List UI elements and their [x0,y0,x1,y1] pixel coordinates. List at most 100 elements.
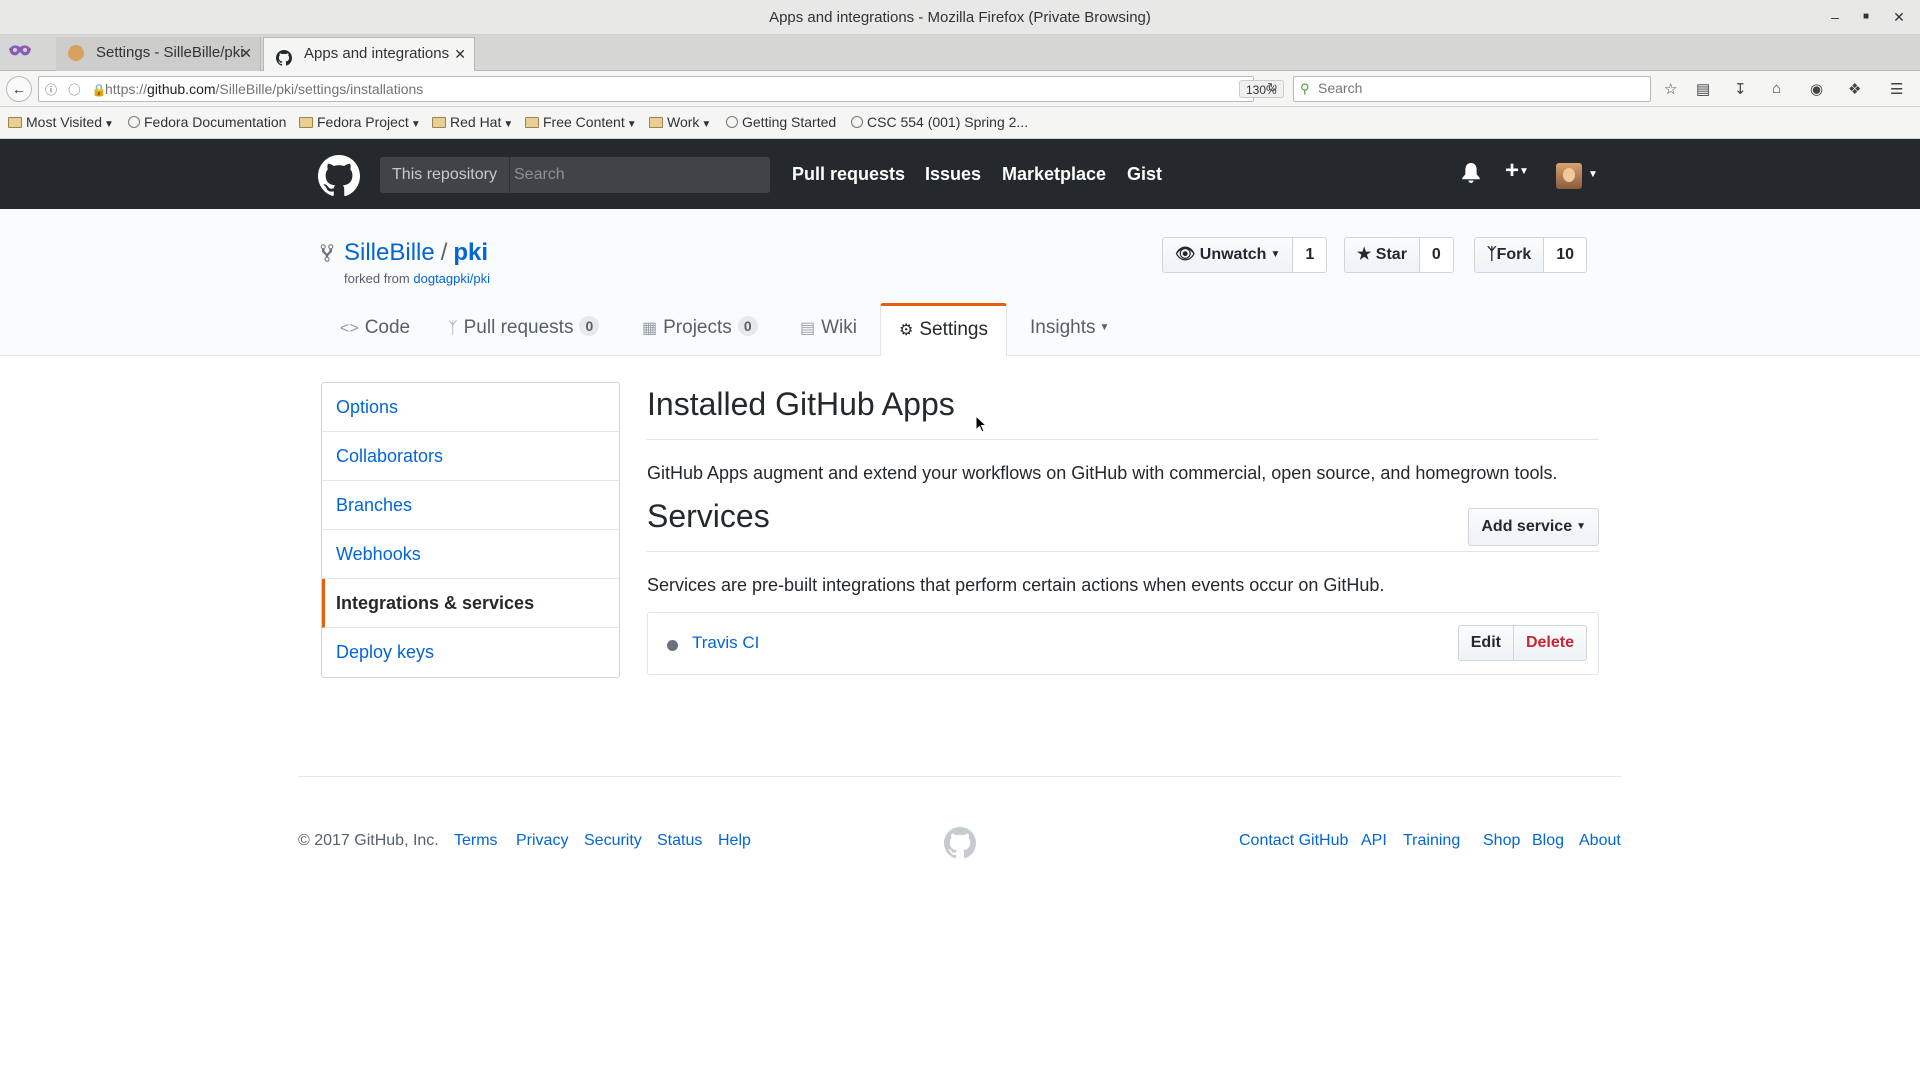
footer-link-api[interactable]: API [1361,832,1387,850]
footer-link-help[interactable]: Help [718,832,751,850]
tab-settings-sillebille[interactable]: Settings - SilleBille/pki ✕ [56,37,261,71]
footer-link-status[interactable]: Status [657,832,702,850]
sidebar-item-deploy-keys[interactable]: Deploy keys [322,628,619,677]
bookmark-work[interactable]: Work ▼ [649,114,711,130]
bookmark-label: Fedora Project [317,114,409,130]
tab-projects[interactable]: ▦ Projects 0 [642,304,758,356]
tab-label: Wiki [821,317,858,338]
stargazers-count[interactable]: 0 [1419,237,1454,273]
fork-button[interactable]: ᛉFork [1474,237,1545,273]
header-nav-pull-requests[interactable]: Pull requests [792,164,905,185]
bookmark-free-content[interactable]: Free Content ▼ [525,114,637,130]
pocket-icon[interactable]: ◉ [1810,80,1823,98]
tab-code[interactable]: <> Code [340,304,410,356]
globe-icon [726,116,738,128]
tab-bar: Settings - SilleBille/pki ✕ Apps and int… [0,35,1920,97]
sidebar-item-options[interactable]: Options [322,383,619,432]
watchers-count[interactable]: 1 [1293,237,1328,273]
sidebar-item-collaborators[interactable]: Collaborators [322,432,619,481]
footer-link-security[interactable]: Security [584,832,642,850]
gear-icon: ⚙ [899,322,914,339]
reading-list-icon[interactable]: ▤ [1696,80,1710,98]
address-bar[interactable]: ⓘ ◯ 🔒 https://github.com/SilleBille/pki/… [38,76,1284,102]
pull-request-icon: ᛉ [448,320,458,337]
header-nav-gist[interactable]: Gist [1127,164,1162,185]
footer-link-shop[interactable]: Shop [1483,832,1520,850]
footer-link-contact[interactable]: Contact GitHub [1239,832,1348,850]
bookmark-red-hat[interactable]: Red Hat ▼ [432,114,513,130]
close-tab-icon[interactable]: ✕ [240,37,252,69]
tab-label: Apps and integrations [304,45,450,62]
repo-name-link[interactable]: pki [453,239,488,266]
github-mark-icon[interactable] [944,827,976,859]
tab-wiki[interactable]: ▤ Wiki [800,304,857,356]
sidebar-item-branches[interactable]: Branches [322,481,619,530]
site-info-icon[interactable]: ⓘ ◯ 🔒 [45,81,111,98]
tab-label: Projects [663,317,732,338]
window-titlebar: Apps and integrations - Mozilla Firefox … [0,0,1920,35]
bookmark-getting-started[interactable]: Getting Started [726,114,836,130]
eye-icon: 👁 [1175,246,1196,263]
chevron-down-icon: ▼ [503,119,514,130]
edit-service-button[interactable]: Edit [1457,625,1514,661]
tab-insights[interactable]: Insights ▼ [1030,304,1109,356]
header-nav-issues[interactable]: Issues [925,164,981,185]
unwatch-button[interactable]: 👁 Unwatch ▼ [1162,237,1294,273]
add-service-label: Add service [1481,518,1573,535]
delete-service-button[interactable]: Delete [1513,625,1587,661]
bookmark-most-visited[interactable]: Most Visited ▼ [8,114,114,130]
bookmark-csc-554[interactable]: CSC 554 (001) Spring 2... [851,114,1028,130]
browser-search-input[interactable] [1318,80,1638,96]
home-icon[interactable]: ⌂ [1772,80,1781,97]
reload-icon[interactable]: ↻ [1267,80,1278,96]
chevron-down-icon: ▼ [1099,322,1110,333]
hamburger-menu-icon[interactable]: ☰ [1890,80,1903,98]
add-service-button[interactable]: Add service ▼ [1468,508,1599,546]
notification-bell-icon[interactable] [1462,163,1480,183]
extension-icon[interactable]: ❖ [1848,80,1861,98]
star-button[interactable]: ★ Star [1344,237,1420,273]
url-host: github.com [147,81,216,97]
footer-link-terms[interactable]: Terms [454,832,498,850]
repo-forked-icon: ᛉ [1487,246,1497,263]
bookmark-fedora-documentation[interactable]: Fedora Documentation [128,114,286,130]
service-list-item: Travis CI Edit Delete [647,612,1599,675]
footer-link-about[interactable]: About [1579,832,1621,850]
tab-settings[interactable]: ⚙ Settings [880,303,1007,356]
close-tab-icon[interactable]: ✕ [454,38,466,70]
back-arrow-icon[interactable]: ← [6,76,32,102]
create-new-plus-icon[interactable]: +▼ [1505,157,1529,185]
user-avatar[interactable] [1556,163,1582,189]
globe-icon [851,116,863,128]
service-link-travis-ci[interactable]: Travis CI [692,633,759,653]
sidebar-item-integrations-services[interactable]: Integrations & services [322,579,619,628]
footer-link-privacy[interactable]: Privacy [516,832,568,850]
download-icon[interactable]: ↧ [1734,80,1747,98]
forks-count[interactable]: 10 [1544,237,1588,273]
tab-pull-requests[interactable]: ᛉ Pull requests 0 [448,304,600,356]
chevron-down-icon: ▼ [1576,521,1586,532]
footer-link-blog[interactable]: Blog [1532,832,1564,850]
minimize-icon[interactable]: – [1826,8,1844,26]
url-text: https://github.com/SilleBille/pki/settin… [105,81,423,97]
repo-owner-link[interactable]: SilleBille [344,239,435,266]
github-logo-icon[interactable] [318,155,360,197]
site-footer: © 2017 GitHub, Inc. Terms Privacy Securi… [298,776,1621,876]
chevron-down-icon[interactable]: ▼ [1588,169,1598,180]
project-icon: ▦ [642,320,658,337]
repo-search-input[interactable] [514,161,754,189]
tab-apps-and-integrations[interactable]: Apps and integrations ✕ [263,37,475,71]
bookmark-star-icon[interactable]: ☆ [1664,80,1677,98]
close-window-icon[interactable]: ✕ [1890,8,1908,26]
header-nav-marketplace[interactable]: Marketplace [1002,164,1106,185]
forked-from-link[interactable]: dogtagpki/pki [413,271,490,286]
fork-button-group: ᛉFork 10 [1474,237,1588,273]
settings-sidebar: Options Collaborators Branches Webhooks … [321,382,620,678]
maximize-icon[interactable]: ■ [1857,8,1875,26]
folder-icon [299,117,313,128]
sidebar-item-webhooks[interactable]: Webhooks [322,530,619,579]
bookmark-fedora-project[interactable]: Fedora Project ▼ [299,114,421,130]
footer-link-training[interactable]: Training [1403,832,1460,850]
repo-separator: / [440,239,448,266]
browser-search-box[interactable]: ⚲ [1293,76,1651,102]
